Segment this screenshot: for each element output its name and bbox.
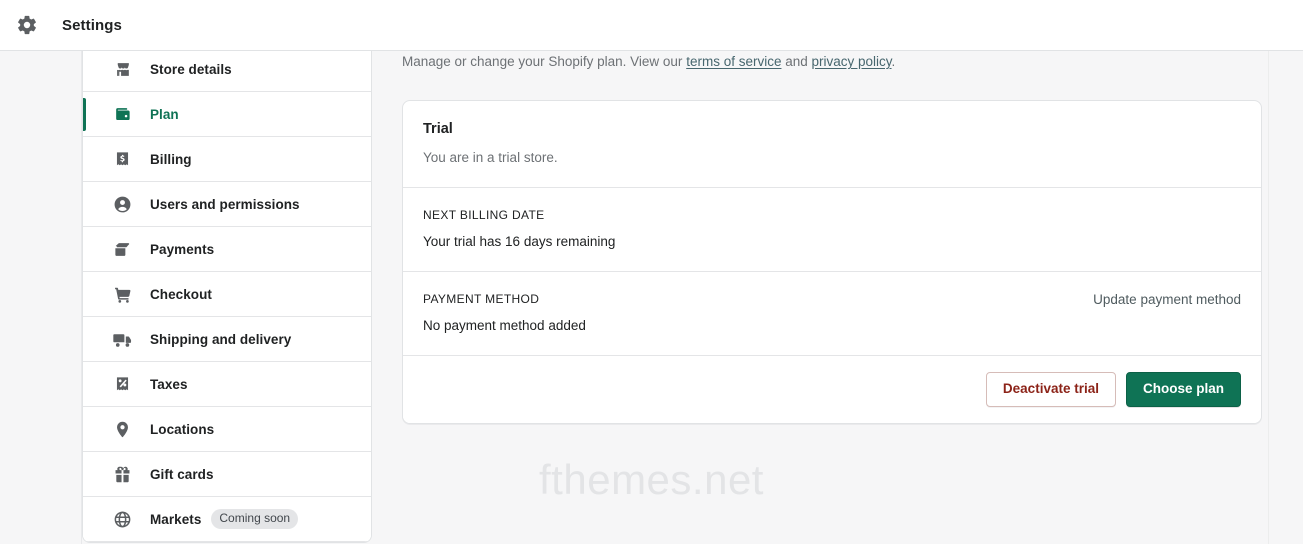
settings-sidebar: Store details Plan Billing Users and permis… bbox=[82, 47, 372, 543]
sidebar-item-label: Store details bbox=[150, 61, 232, 77]
plan-intro-text: Manage or change your Shopify plan. View… bbox=[402, 51, 1262, 72]
main-content: Manage or change your Shopify plan. View… bbox=[402, 51, 1262, 425]
card-icon bbox=[112, 239, 132, 259]
sidebar-item-payments[interactable]: Payments bbox=[83, 227, 371, 272]
terms-of-service-link[interactable]: terms of service bbox=[686, 54, 781, 69]
privacy-policy-link[interactable]: privacy policy bbox=[812, 54, 892, 69]
sidebar-item-locations[interactable]: Locations bbox=[83, 407, 371, 452]
payment-method-section: PAYMENT METHOD Update payment method No … bbox=[403, 272, 1261, 356]
sidebar-item-label: Plan bbox=[150, 106, 179, 122]
intro-text-before: Manage or change your Shopify plan. View… bbox=[402, 54, 687, 69]
sidebar-item-label: Users and permissions bbox=[150, 196, 300, 212]
gift-icon bbox=[112, 464, 132, 484]
right-edge-divider bbox=[1268, 51, 1269, 544]
page-title: Settings bbox=[62, 16, 122, 34]
intro-text-after: . bbox=[891, 54, 896, 69]
store-icon bbox=[112, 59, 132, 79]
pin-icon bbox=[112, 419, 132, 439]
receipt-icon bbox=[112, 149, 132, 169]
cart-icon bbox=[112, 284, 132, 304]
sidebar-item-checkout[interactable]: Checkout bbox=[83, 272, 371, 317]
sidebar-item-gift-cards[interactable]: Gift cards bbox=[83, 452, 371, 497]
percent-icon bbox=[112, 374, 132, 394]
next-billing-value: Your trial has 16 days remaining bbox=[423, 233, 616, 249]
deactivate-trial-button[interactable]: Deactivate trial bbox=[985, 371, 1116, 408]
sidebar-item-users-and-permissions[interactable]: Users and permissions bbox=[83, 182, 371, 227]
update-payment-method-link[interactable]: Update payment method bbox=[1093, 292, 1241, 307]
app-header: Settings bbox=[0, 0, 1303, 51]
trial-title: Trial bbox=[423, 120, 453, 137]
next-billing-section: NEXT BILLING DATE Your trial has 16 days… bbox=[403, 188, 1261, 272]
intro-text-middle: and bbox=[781, 54, 812, 69]
plan-card-actions: Deactivate trial Choose plan bbox=[403, 355, 1261, 424]
sidebar-item-label: Shipping and delivery bbox=[150, 331, 292, 347]
payment-method-header-row: PAYMENT METHOD Update payment method bbox=[423, 292, 1241, 318]
page-body: Store details Plan Billing Users and permis… bbox=[0, 47, 1303, 544]
sidebar-item-label: Gift cards bbox=[150, 466, 214, 482]
payment-method-value: No payment method added bbox=[423, 317, 586, 333]
trial-section: Trial You are in a trial store. bbox=[403, 101, 1261, 188]
person-icon bbox=[112, 194, 132, 214]
gear-icon bbox=[14, 12, 40, 38]
sidebar-item-store-details[interactable]: Store details bbox=[83, 47, 371, 92]
trial-subtitle: You are in a trial store. bbox=[423, 149, 558, 165]
sidebar-item-label: Checkout bbox=[150, 286, 212, 302]
plan-card: Trial You are in a trial store. NEXT BIL… bbox=[402, 99, 1262, 425]
sidebar-item-taxes[interactable]: Taxes bbox=[83, 362, 371, 407]
sidebar-item-plan[interactable]: Plan bbox=[83, 92, 371, 137]
sidebar-item-billing[interactable]: Billing bbox=[83, 137, 371, 182]
choose-plan-button[interactable]: Choose plan bbox=[1125, 371, 1241, 408]
next-billing-label: NEXT BILLING DATE bbox=[423, 207, 545, 222]
sidebar-item-label: Taxes bbox=[150, 376, 188, 392]
sidebar-item-label: Payments bbox=[150, 241, 215, 257]
sidebar-item-label: Billing bbox=[150, 151, 192, 167]
payment-method-label: PAYMENT METHOD bbox=[423, 291, 540, 306]
globe-icon bbox=[112, 509, 132, 529]
sidebar-item-label: Locations bbox=[150, 421, 215, 437]
coming-soon-badge: Coming soon bbox=[211, 509, 299, 529]
wallet-icon bbox=[112, 104, 132, 124]
sidebar-item-shipping-and-delivery[interactable]: Shipping and delivery bbox=[83, 317, 371, 362]
truck-icon bbox=[112, 329, 132, 349]
sidebar-item-markets[interactable]: Markets Coming soon bbox=[83, 497, 371, 542]
sidebar-item-label: Markets bbox=[150, 511, 202, 527]
